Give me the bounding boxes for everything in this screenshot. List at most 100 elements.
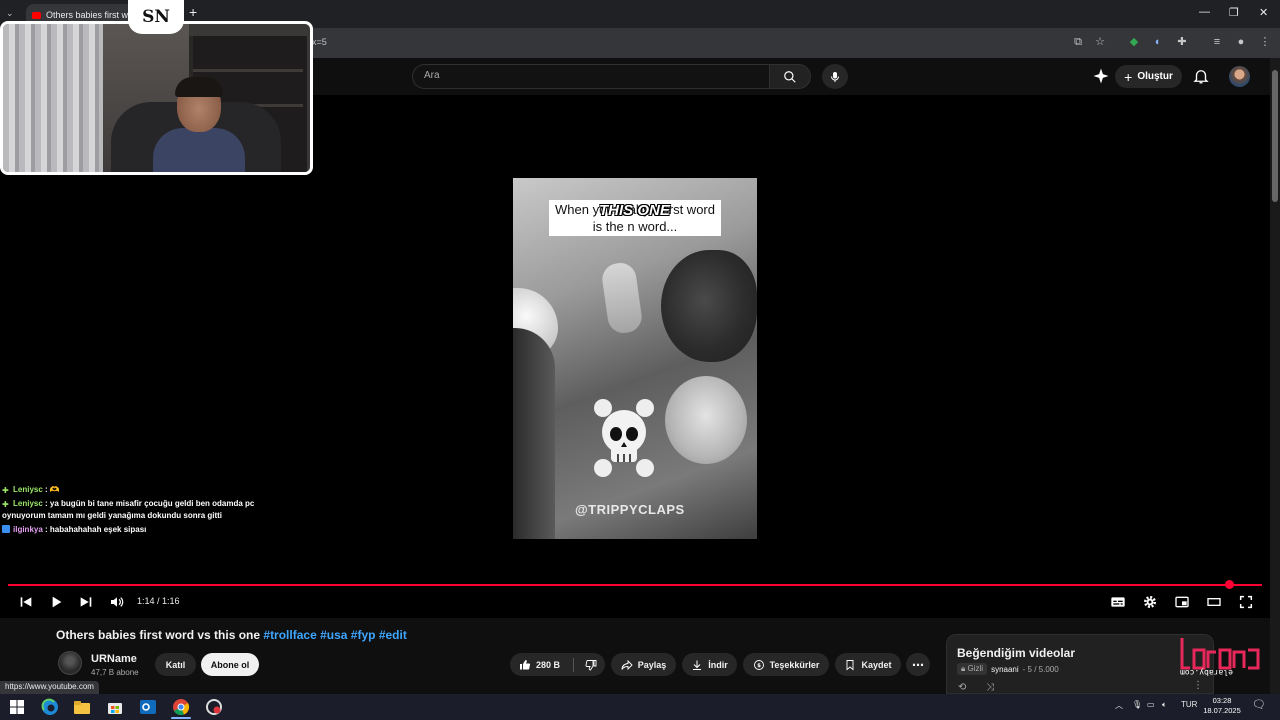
download-icon xyxy=(693,660,702,670)
miniplayer-icon[interactable] xyxy=(1174,594,1190,610)
notifications-icon[interactable]: 🗨︎ xyxy=(1252,698,1266,711)
clock-time: 03:28 xyxy=(1212,696,1232,705)
subtitles-icon[interactable] xyxy=(1110,594,1126,610)
input-language[interactable]: TUR xyxy=(1181,700,1197,709)
more-actions-button[interactable]: ⋯ xyxy=(906,653,930,676)
lock-icon: 🔒︎ xyxy=(961,664,966,673)
minimize-button[interactable]: — xyxy=(1199,6,1210,18)
bookmark-star-icon[interactable]: ☆ xyxy=(1093,34,1107,50)
share-button[interactable]: Paylaş xyxy=(611,653,676,676)
gemini-sparkle-icon[interactable] xyxy=(1092,67,1110,85)
search-input[interactable]: Ara xyxy=(412,64,770,89)
new-tab-button[interactable]: + xyxy=(189,4,197,20)
playlist-title[interactable]: Beğendiğim videolar xyxy=(957,646,1075,660)
tray-overflow-icon[interactable]: ︿ xyxy=(1115,700,1123,711)
tray-network-icon[interactable]: ▭ xyxy=(1147,700,1155,709)
join-button[interactable]: Katıl xyxy=(155,653,196,676)
cam-person-hair xyxy=(175,77,223,97)
theater-mode-icon[interactable] xyxy=(1206,594,1222,610)
progress-scrubber[interactable] xyxy=(1224,580,1234,589)
search-placeholder: Ara xyxy=(424,70,440,81)
svg-text:$: $ xyxy=(757,663,761,669)
hashtag-link[interactable]: #usa xyxy=(320,628,347,642)
like-thumb-icon[interactable] xyxy=(519,659,531,671)
playlist-privacy-badge: 🔒︎ Gizli xyxy=(957,663,988,675)
elaraby-logo: elaraby.com xyxy=(1180,638,1260,677)
dislike-thumb-icon[interactable] xyxy=(585,659,597,671)
tab-title: Others babies first word vs this one #tr… xyxy=(46,10,134,20)
hashtag-link[interactable]: #edit xyxy=(379,628,407,642)
status-bar-url: https://www.youtube.com xyxy=(0,681,99,694)
skull-emoji-icon xyxy=(594,399,654,477)
file-explorer-icon[interactable] xyxy=(73,698,91,716)
chat-username: Leniysc xyxy=(13,499,43,508)
thanks-button[interactable]: $ Teşekkürler xyxy=(743,653,829,676)
subscribe-label: Abone ol xyxy=(210,659,250,670)
notifications-bell-icon[interactable] xyxy=(1192,67,1210,85)
join-label: Katıl xyxy=(165,659,186,670)
video-sticker-text: THIS ONE xyxy=(599,202,670,219)
browser-menu-icon[interactable]: ⋮ xyxy=(1258,34,1272,50)
create-label: Oluştur xyxy=(1137,71,1173,82)
like-divider xyxy=(573,657,575,672)
video-woman-shape xyxy=(513,328,555,539)
windows-start-icon[interactable] xyxy=(8,698,26,716)
create-button[interactable]: + Oluştur xyxy=(1115,65,1182,88)
hashtag-link[interactable]: #fyp xyxy=(351,628,376,642)
next-video-icon[interactable] xyxy=(78,594,94,610)
tab-search-chevron-icon[interactable]: ⌄ xyxy=(6,8,14,19)
progress-bar[interactable] xyxy=(8,584,1262,586)
volume-icon[interactable] xyxy=(109,594,125,610)
cam-person-body xyxy=(153,128,245,172)
chat-username: Leniysc xyxy=(13,485,43,494)
settings-gear-icon[interactable] xyxy=(1142,594,1158,610)
restore-button[interactable]: ❐ xyxy=(1229,6,1239,19)
chat-badge-icon: ✚ xyxy=(2,500,9,509)
playlist-more-icon[interactable]: ⋮ xyxy=(1193,680,1203,691)
search-button[interactable] xyxy=(769,64,811,89)
video-title-text: Others babies first word vs this one xyxy=(56,628,264,642)
stream-chat: ✚ Leniysc : 🫶 ✚ Leniysc : ya bugün bi tane… xyxy=(2,484,272,538)
playlist-owner[interactable]: synaani xyxy=(991,665,1019,674)
subscribe-button[interactable]: Abone ol xyxy=(201,653,259,676)
account-avatar[interactable] xyxy=(1229,66,1250,87)
download-button[interactable]: İndir xyxy=(682,653,737,676)
like-count[interactable]: 280 B xyxy=(536,660,560,670)
video-title: Others babies first word vs this one #tr… xyxy=(56,628,407,642)
extensions-puzzle-icon[interactable]: ✚ xyxy=(1175,34,1189,50)
system-clock[interactable]: 03:28 18.07.2025 xyxy=(1200,696,1244,716)
store-icon[interactable] xyxy=(106,698,124,716)
extension-audio-icon[interactable]: ◖ xyxy=(1150,34,1164,50)
previous-video-icon[interactable] xyxy=(18,594,34,610)
extension-shield-icon[interactable]: ◆ xyxy=(1127,34,1141,50)
video-player[interactable]: When your baby's first word is the n wor… xyxy=(513,178,757,539)
shuffle-icon[interactable]: ⤨ xyxy=(986,682,994,693)
tray-microphone-icon[interactable]: 🎙︎ xyxy=(1132,700,1142,709)
fullscreen-icon[interactable] xyxy=(1238,594,1254,610)
plus-icon: + xyxy=(1124,68,1133,85)
search-icon xyxy=(784,70,796,83)
chat-text: : habahahahah eşek sipası xyxy=(42,525,147,534)
hashtag-link[interactable]: #trollface xyxy=(263,628,316,642)
profile-icon[interactable]: ● xyxy=(1234,34,1248,50)
outlook-icon[interactable] xyxy=(139,698,157,716)
close-window-button[interactable]: ✕ xyxy=(1259,6,1268,19)
youtube-favicon-icon xyxy=(32,11,41,19)
voice-search-button[interactable] xyxy=(822,64,848,89)
channel-name[interactable]: URName xyxy=(91,653,137,665)
edge-browser-icon[interactable] xyxy=(41,698,59,716)
save-button[interactable]: Kaydet xyxy=(835,653,901,676)
loop-icon[interactable]: ⟲ xyxy=(958,682,966,693)
share-arrow-icon xyxy=(621,659,633,670)
video-man-shape xyxy=(661,250,757,362)
cast-icon[interactable]: ⧉ xyxy=(1071,34,1085,50)
download-label: İndir xyxy=(708,659,728,670)
cam-person xyxy=(153,77,245,172)
tray-volume-icon[interactable]: 🔈︎ xyxy=(1162,700,1167,710)
chrome-icon[interactable] xyxy=(172,698,190,716)
channel-avatar[interactable] xyxy=(58,651,82,675)
scrollbar-thumb[interactable] xyxy=(1272,70,1278,202)
media-control-icon[interactable]: ≡ xyxy=(1210,34,1224,50)
recording-app-icon[interactable] xyxy=(205,698,223,716)
play-icon[interactable] xyxy=(48,594,64,610)
